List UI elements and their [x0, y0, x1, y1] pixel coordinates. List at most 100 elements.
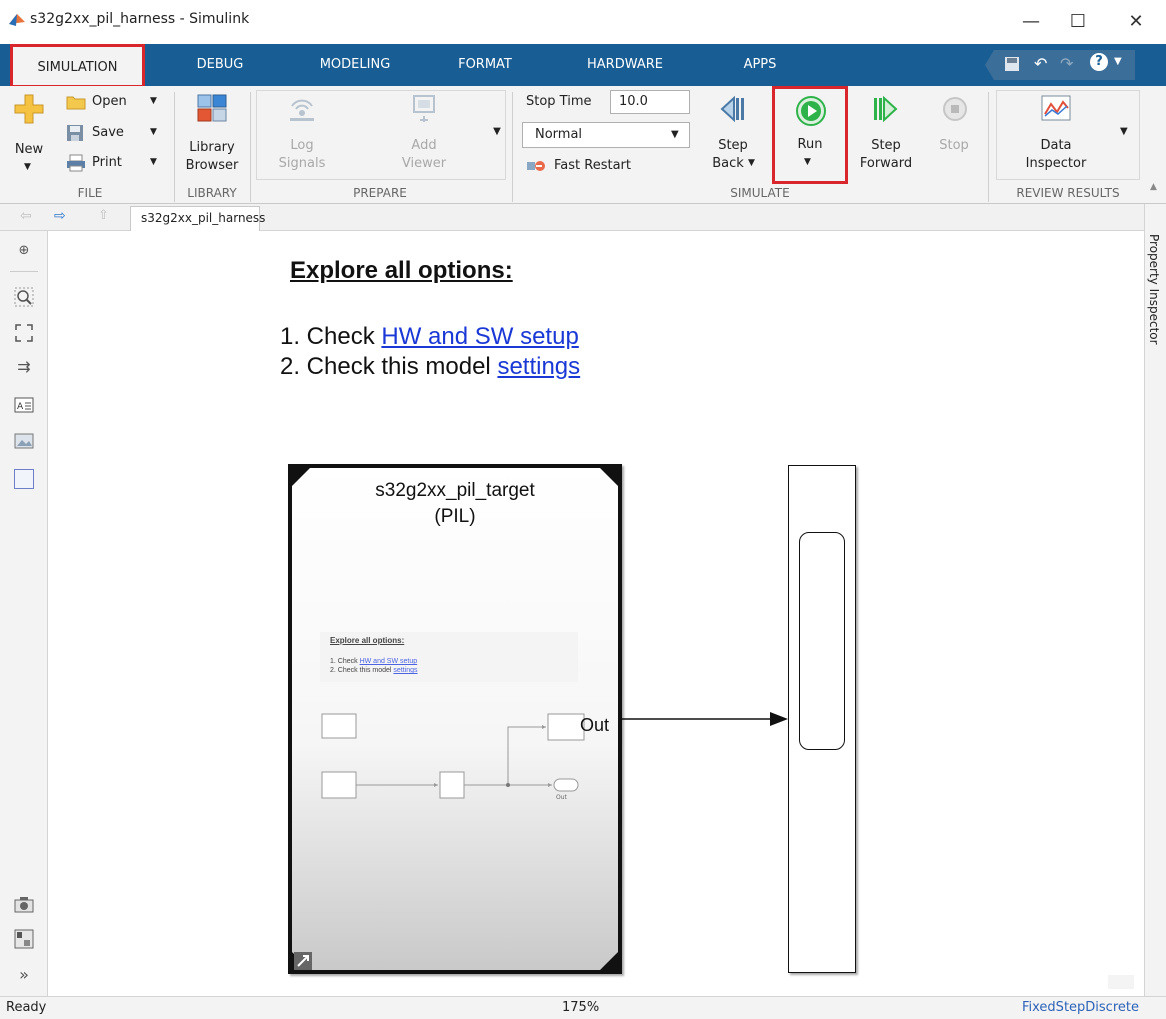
chevron-down-icon: ▼ — [671, 129, 679, 140]
expand-toolbar-icon[interactable]: » — [14, 965, 34, 985]
new-label: New — [14, 142, 44, 157]
fit-to-view-icon[interactable] — [14, 323, 34, 343]
log-label-1: Log — [290, 138, 314, 153]
forward-arrow-icon[interactable]: ⇨ — [54, 208, 66, 224]
run-button[interactable]: Run ▼ — [772, 86, 848, 184]
collapse-ribbon-icon[interactable]: ▲ — [1150, 182, 1157, 192]
simulation-mode-select[interactable]: Normal ▼ — [522, 122, 690, 148]
annotation-line-2: 2. Check this model settings — [280, 353, 580, 381]
separator — [10, 271, 38, 272]
undo-icon[interactable]: ↶ — [1034, 54, 1047, 73]
library-browser-button[interactable]: Library Browser — [180, 92, 244, 180]
property-inspector-strip[interactable]: Property Inspector — [1144, 204, 1166, 996]
log-signals-button[interactable]: Log Signals — [270, 94, 334, 176]
data-inspector-button[interactable]: Data Inspector — [1010, 94, 1102, 176]
run-play-icon — [796, 96, 826, 126]
stop-time-input[interactable]: 10.0 — [610, 90, 690, 114]
run-dropdown-icon[interactable]: ▼ — [804, 157, 811, 167]
print-button[interactable]: Print ▼ — [66, 152, 166, 174]
file-group-label: FILE — [77, 186, 103, 200]
annotation-line-1-text: 1. Check — [280, 323, 382, 350]
new-plus-icon — [14, 94, 44, 124]
camera-icon[interactable] — [14, 895, 34, 915]
tab-hardware[interactable]: HARDWARE — [570, 44, 680, 86]
area-icon[interactable] — [14, 469, 34, 489]
signal-line[interactable] — [622, 709, 792, 729]
close-button[interactable]: ✕ — [1113, 6, 1159, 38]
fast-restart-label: Fast Restart — [554, 158, 631, 173]
zoom-level[interactable]: 175% — [562, 1000, 599, 1015]
hide-show-browser-icon[interactable]: ⊕ — [14, 243, 34, 263]
data-inspector-label-2: Inspector — [1025, 156, 1087, 171]
up-arrow-icon[interactable]: ⇧ — [98, 208, 109, 223]
library-label-2: Browser — [185, 158, 239, 173]
step-forward-button[interactable]: Step Forward — [854, 92, 918, 180]
title-bar: s32g2xx_pil_harness - Simulink — ☐ ✕ — [0, 0, 1166, 44]
tab-format[interactable]: FORMAT — [445, 44, 525, 86]
data-inspector-icon — [1041, 95, 1071, 121]
out-port-label: Out — [580, 715, 610, 735]
redo-icon[interactable]: ↷ — [1060, 54, 1073, 73]
open-button[interactable]: Open ▼ — [66, 92, 166, 114]
solver-status[interactable]: FixedStepDiscrete — [1022, 1000, 1139, 1015]
floppy-icon — [67, 125, 83, 141]
svg-text:A: A — [17, 402, 24, 412]
output-block[interactable] — [788, 465, 856, 973]
annotation-heading: Explore all options: — [290, 257, 513, 284]
simulate-group-label: SIMULATE — [730, 186, 790, 200]
step-back-label-1: Step — [718, 138, 748, 153]
maximize-button[interactable]: ☐ — [1055, 6, 1101, 38]
add-viewer-button[interactable]: Add Viewer — [392, 94, 456, 176]
annotation-icon[interactable]: A — [14, 395, 34, 415]
separator — [988, 92, 989, 202]
thumbnail-diagram — [321, 713, 585, 799]
resize-grip — [1108, 975, 1134, 989]
canvas-toolbar: ⊕ ⇉ A » — [0, 231, 48, 996]
tab-debug[interactable]: DEBUG — [180, 44, 260, 86]
log-signals-icon — [290, 99, 314, 121]
step-back-label-2: Back — [712, 156, 744, 171]
tab-simulation[interactable]: SIMULATION — [10, 44, 145, 88]
stop-icon — [943, 97, 967, 121]
new-dropdown-icon: ▼ — [24, 162, 31, 172]
thumb-out-label: Out — [556, 794, 567, 801]
model-canvas[interactable]: Explore all options: 1. Check HW and SW … — [48, 231, 1144, 996]
fast-restart-toggle[interactable]: Fast Restart — [526, 156, 676, 178]
save-button[interactable]: Save ▼ — [66, 122, 166, 144]
save-label: Save — [92, 125, 124, 140]
review-group-label: REVIEW RESULTS — [1016, 186, 1120, 200]
settings-link[interactable]: settings — [497, 353, 580, 380]
hw-sw-setup-link[interactable]: HW and SW setup — [381, 323, 578, 350]
library-label-1: Library — [189, 140, 235, 155]
model-tab[interactable]: s32g2xx_pil_harness — [130, 206, 265, 231]
separator — [512, 92, 513, 202]
step-back-button[interactable]: Step Back ▼ — [706, 92, 760, 180]
tab-apps[interactable]: APPS — [730, 44, 790, 86]
model-browser-icon[interactable] — [14, 929, 34, 949]
minimize-button[interactable]: — — [1008, 6, 1054, 38]
arrow-redirect-icon[interactable]: ⇉ — [14, 357, 34, 377]
folder-icon — [66, 96, 86, 110]
library-browser-icon — [197, 94, 227, 122]
separator — [250, 92, 251, 202]
tab-modeling[interactable]: MODELING — [305, 44, 405, 86]
chevron-down-icon[interactable]: ▼ — [1114, 56, 1122, 67]
step-forward-icon — [874, 95, 898, 123]
zoom-icon[interactable] — [14, 287, 34, 307]
stop-button[interactable]: Stop — [926, 92, 982, 180]
new-button[interactable]: New ▼ — [6, 94, 52, 182]
ribbon: New ▼ Open ▼ Save ▼ Print ▼ FILE Library… — [0, 86, 1166, 204]
data-inspector-label-1: Data — [1040, 138, 1072, 153]
image-icon[interactable] — [14, 431, 34, 451]
subsystem-link-icon[interactable] — [294, 952, 312, 970]
back-arrow-icon[interactable]: ⇦ — [20, 208, 32, 224]
review-gallery-expand-icon[interactable]: ▼ — [1120, 126, 1128, 137]
prepare-gallery-expand-icon[interactable]: ▼ — [488, 126, 506, 144]
help-icon[interactable]: ? — [1090, 53, 1108, 71]
property-inspector-tab[interactable]: Property Inspector — [1147, 234, 1161, 345]
save-icon[interactable] — [1004, 56, 1020, 72]
stop-label: Stop — [939, 138, 969, 153]
run-label: Run — [797, 137, 823, 152]
pil-target-block[interactable]: s32g2xx_pil_target (PIL) Explore all opt… — [288, 464, 622, 974]
open-label: Open — [92, 94, 127, 109]
